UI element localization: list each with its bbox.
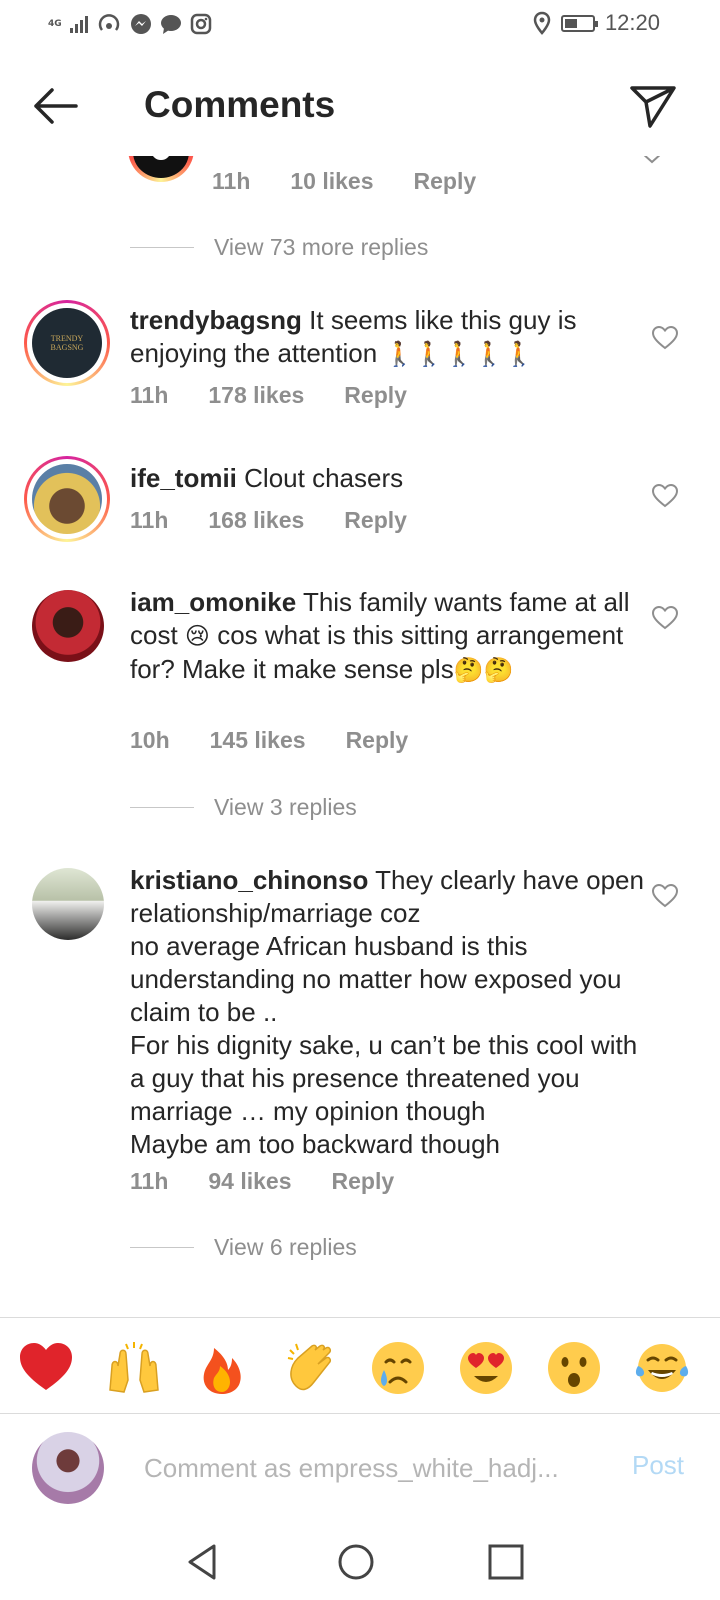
comment-text: kristiano_chinonso They clearly have ope… (130, 864, 650, 1161)
comment-likes[interactable]: 168 likes (208, 507, 304, 534)
avatar[interactable] (32, 868, 104, 940)
page-title: Comments (144, 84, 336, 125)
comment-meta: 11h 178 likes Reply (130, 382, 407, 409)
comment-text: iam_omonike This family wants fame at al… (130, 586, 630, 687)
comment-likes[interactable]: 178 likes (208, 382, 304, 409)
comment-emoji: 😢 (184, 622, 210, 650)
send-icon[interactable] (628, 80, 678, 130)
red-heart-emoji[interactable] (18, 1340, 74, 1396)
comment-time: 11h (130, 382, 169, 408)
comment-emoji: 🤔🤔 (453, 656, 514, 684)
comment-text: trendybagsng It seems like this guy is e… (130, 304, 630, 371)
nav-home-icon[interactable] (334, 1540, 378, 1584)
battery-level (564, 18, 577, 28)
divider (130, 247, 194, 248)
heart-eyes-emoji[interactable] (458, 1340, 514, 1396)
status-right-icons: 12:20 (533, 10, 660, 36)
comment-likes[interactable]: 145 likes (210, 727, 306, 754)
chat-icon (160, 15, 181, 34)
avatar[interactable]: TRENDY BAGSNG (32, 308, 102, 378)
comment-body: Maybe am too backward though (130, 1129, 500, 1159)
surprised-face-emoji[interactable] (546, 1340, 602, 1396)
comment-meta: 11h 94 likes Reply (130, 1168, 394, 1195)
status-left-icons: 4G (48, 12, 212, 36)
top-bar: Comments (0, 56, 720, 156)
comment-body: no average African husband is this under… (130, 931, 622, 1027)
crying-face-emoji[interactable] (370, 1340, 426, 1396)
view-replies-label[interactable]: View 6 replies (214, 1234, 357, 1261)
avatar[interactable] (32, 464, 102, 534)
clock: 12:20 (604, 10, 660, 35)
post-button[interactable]: Post (632, 1450, 684, 1481)
comment-time: 10h (130, 727, 170, 753)
clapping-hands-emoji[interactable] (282, 1340, 338, 1396)
reply-button[interactable]: Reply (344, 507, 407, 534)
comment-likes[interactable]: 94 likes (208, 1168, 291, 1195)
tears-of-joy-emoji[interactable] (634, 1340, 690, 1396)
username[interactable]: trendybagsng (130, 305, 302, 335)
back-arrow-icon[interactable] (30, 84, 80, 128)
like-heart-icon[interactable] (652, 606, 678, 630)
brand-logo: TRENDY BAGSNG (50, 334, 84, 352)
comment-list[interactable]: 11h 10 likes Reply View 73 more replies … (0, 156, 720, 1316)
reply-button[interactable]: Reply (332, 1168, 395, 1195)
nav-recents-icon[interactable] (484, 1540, 528, 1584)
network-type: 4G (48, 19, 62, 29)
signal-icon (69, 15, 88, 33)
messenger-icon (130, 14, 151, 34)
username[interactable]: kristiano_chinonso (130, 865, 368, 895)
comment-meta: 11h 168 likes Reply (130, 507, 407, 534)
system-nav-bar (0, 1524, 720, 1600)
comment-emoji: 🚶🚶🚶🚶🚶 (384, 340, 534, 368)
comment-meta: 11h 10 likes Reply (212, 168, 476, 195)
divider (130, 1247, 194, 1248)
comment-time: 11h (130, 1168, 169, 1194)
like-heart-icon[interactable] (652, 884, 678, 908)
comment-composer: Post (0, 1414, 720, 1524)
view-replies-label[interactable]: View 73 more replies (214, 234, 428, 261)
nav-back-icon[interactable] (182, 1540, 226, 1584)
reply-button[interactable]: Reply (344, 382, 407, 409)
comment-input[interactable] (144, 1444, 584, 1492)
like-heart-icon[interactable] (652, 484, 678, 508)
comment-time: 11h (212, 168, 251, 194)
reply-button[interactable]: Reply (414, 168, 477, 195)
divider (130, 807, 194, 808)
comment-meta: 10h 145 likes Reply (130, 727, 408, 754)
my-avatar (32, 1432, 104, 1504)
battery-icon (560, 14, 598, 32)
reply-button[interactable]: Reply (346, 727, 409, 754)
location-icon (533, 11, 551, 35)
comment-likes[interactable]: 10 likes (290, 168, 373, 195)
view-replies-link[interactable]: View 73 more replies (130, 234, 428, 261)
username[interactable]: iam_omonike (130, 587, 296, 617)
comment-body: Clout chasers (244, 463, 404, 493)
view-replies-label[interactable]: View 3 replies (214, 794, 357, 821)
status-bar: 4G 12:20 (0, 0, 720, 50)
comment-body: For his dignity sake, u can’t be this co… (130, 1030, 638, 1126)
instagram-icon (190, 13, 211, 35)
username[interactable]: ife_tomii (130, 463, 237, 493)
chevron-down-icon[interactable] (640, 156, 664, 165)
quick-emoji-bar (0, 1317, 720, 1414)
fire-emoji[interactable] (194, 1340, 250, 1396)
hotspot-icon (98, 14, 119, 31)
like-heart-icon[interactable] (652, 326, 678, 350)
comment-text: ife_tomii Clout chasers (130, 462, 630, 495)
view-replies-link[interactable]: View 3 replies (130, 794, 357, 821)
view-replies-link[interactable]: View 6 replies (130, 1234, 357, 1261)
avatar[interactable] (32, 590, 104, 662)
raising-hands-emoji[interactable] (106, 1340, 162, 1396)
comment-time: 11h (130, 507, 169, 533)
